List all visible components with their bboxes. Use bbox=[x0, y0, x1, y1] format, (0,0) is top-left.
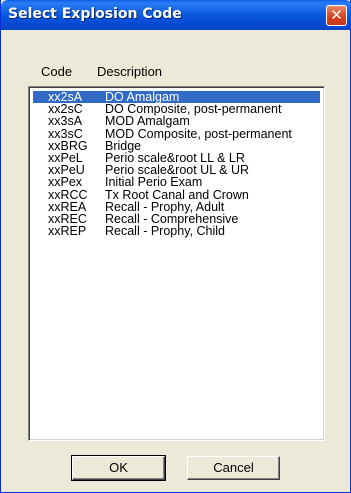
list-item-code: xxREP bbox=[48, 224, 87, 239]
list-item-code: xx2sA bbox=[48, 90, 83, 104]
close-icon: ✕ bbox=[330, 6, 343, 24]
list-item-description: MOD Composite, post-permanent bbox=[105, 126, 292, 141]
list-item[interactable]: xx2sC DO Composite, post-permanent bbox=[33, 102, 320, 117]
list-item-description: Tx Root Canal and Crown bbox=[105, 187, 249, 202]
list-item-description: Bridge bbox=[105, 138, 142, 153]
dialog-title: Select Explosion Code bbox=[8, 6, 182, 22]
ok-button[interactable]: OK bbox=[71, 455, 166, 481]
close-button[interactable]: ✕ bbox=[326, 5, 347, 26]
explosion-code-list[interactable]: xx2sA DO Amalgam xx2sC DO Composite, post-p… bbox=[28, 86, 325, 441]
list-item[interactable]: xxPex Initial Perio Exam bbox=[33, 175, 320, 190]
list-item-description: Recall - Comprehensive bbox=[105, 212, 239, 226]
list-item-description: Recall - Prophy, Child bbox=[105, 224, 225, 239]
title-bar[interactable]: Select Explosion Code ✕ bbox=[1, 0, 351, 30]
list-item-description: Perio scale&root UL & UR bbox=[105, 163, 250, 178]
column-header-description: Description bbox=[97, 64, 163, 79]
list-item[interactable]: xxREP Recall - Prophy, Child bbox=[33, 224, 320, 239]
list-item[interactable]: xxRCC Tx Root Canal and Crown bbox=[33, 187, 320, 202]
list-item[interactable]: xxPeL Perio scale&root LL & LR bbox=[33, 151, 320, 165]
list-item-code: xxPeU bbox=[48, 163, 85, 178]
list-item-description: Recall - Prophy, Adult bbox=[105, 199, 225, 214]
list-item[interactable]: xxREC Recall - Comprehensive bbox=[33, 212, 320, 226]
list-item[interactable]: xxREA Recall - Prophy, Adult bbox=[33, 199, 320, 214]
list-item-code: xx3sC bbox=[48, 126, 83, 141]
list-item-code: xxREC bbox=[48, 212, 87, 226]
list-item[interactable]: xx2sA DO Amalgam bbox=[33, 91, 320, 103]
list-item-code: xxRCC bbox=[48, 187, 88, 202]
dialog-window: Select Explosion Code ✕ Code Description… bbox=[0, 0, 351, 493]
list-item[interactable]: xx3sA MOD Amalgam bbox=[33, 114, 320, 129]
list-item-description: MOD Amalgam bbox=[105, 114, 190, 129]
column-header-code: Code bbox=[41, 64, 73, 79]
list-item-description: DO Amalgam bbox=[105, 90, 180, 104]
list-item-description: DO Composite, post-permanent bbox=[105, 102, 282, 117]
list-item-code: xxBRG bbox=[48, 138, 88, 153]
list-item[interactable]: xx3sC MOD Composite, post-permanent bbox=[33, 126, 320, 141]
list-item-code: xxREA bbox=[48, 199, 87, 214]
list-item[interactable]: xxBRG Bridge bbox=[33, 138, 320, 153]
list-item[interactable]: xxPeU Perio scale&root UL & UR bbox=[33, 163, 320, 178]
list-item-description: Perio scale&root LL & LR bbox=[105, 151, 245, 165]
list-item-description: Initial Perio Exam bbox=[105, 175, 203, 190]
list-item-code: xx2sC bbox=[48, 102, 83, 117]
list-item-code: xx3sA bbox=[48, 114, 83, 129]
cancel-button[interactable]: Cancel bbox=[187, 456, 280, 480]
list-item-code: xxPex bbox=[48, 175, 83, 190]
list-item-code: xxPeL bbox=[48, 151, 83, 165]
